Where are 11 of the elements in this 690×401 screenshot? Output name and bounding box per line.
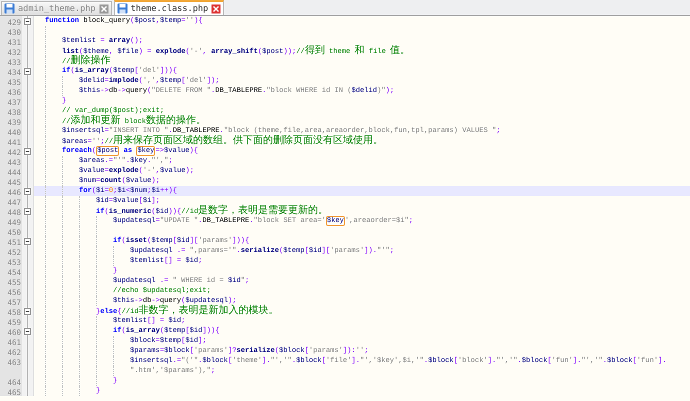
close-icon[interactable] [211,4,222,14]
fold-icon[interactable] [24,238,31,244]
file-tab[interactable]: theme.class.php [114,0,224,15]
fold-icon[interactable] [24,328,31,334]
fold-icon[interactable] [24,18,31,24]
fold-icon[interactable] [24,208,31,214]
fold-icon[interactable] [24,68,31,74]
close-icon[interactable] [98,4,109,14]
fold-icon[interactable] [24,148,31,154]
fold-icon[interactable] [24,188,31,194]
fold-icon[interactable] [24,308,31,314]
